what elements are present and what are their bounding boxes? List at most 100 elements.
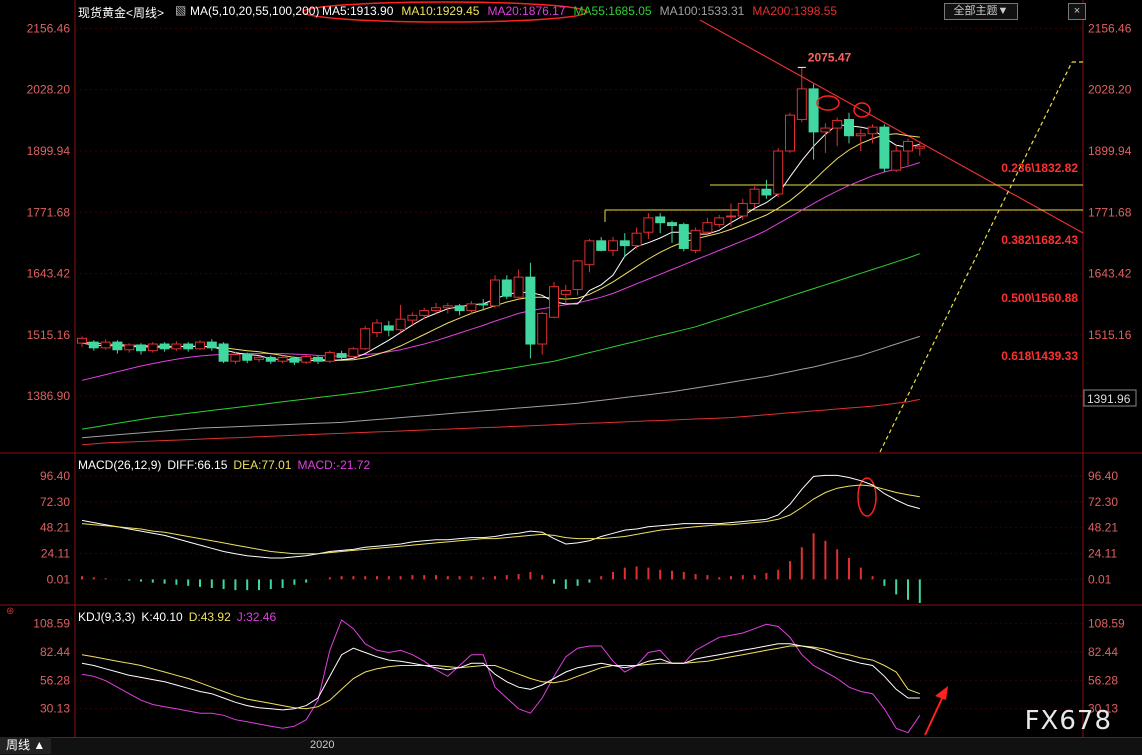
candle-up <box>773 150 784 195</box>
annotation-circle <box>816 95 840 111</box>
candle-up <box>832 119 843 129</box>
price-tick-right: 1771.68 <box>1088 205 1132 219</box>
candle-up <box>749 188 760 205</box>
price-tick-left: 2156.46 <box>27 21 71 35</box>
kdj-tick-left: 56.28 <box>40 673 70 687</box>
candle-up <box>277 356 288 362</box>
candle-up <box>631 232 642 247</box>
ma200-line <box>81 398 920 446</box>
legend-item: MACD:-21.72 <box>297 458 371 472</box>
theme-select-button[interactable]: 全部主题▼ <box>944 3 1018 20</box>
candle-up <box>690 229 701 251</box>
ma-settings-icon[interactable]: ▧ <box>175 3 186 17</box>
macd-tick-right: 48.21 <box>1088 521 1118 535</box>
ma55-line <box>81 253 920 430</box>
year-label: 2020 <box>310 739 335 751</box>
candle-up <box>324 352 335 362</box>
candle-up <box>608 240 618 251</box>
chart-title: 现货黄金<周线> <box>78 6 165 20</box>
kdj-j-line <box>81 619 921 734</box>
price-tick-left: 1771.68 <box>27 205 71 219</box>
candle-down <box>761 188 772 196</box>
kdj-title: KDJ(9,3,3) <box>78 610 136 624</box>
candle-up <box>584 240 595 266</box>
candle-down <box>454 305 465 312</box>
price-tick-left: 1515.16 <box>27 328 71 342</box>
close-icon: × <box>1073 5 1081 17</box>
candle-up <box>254 356 264 360</box>
candle-down <box>501 279 512 297</box>
annotation-circle-macd <box>857 477 877 517</box>
macd-tick-left: 24.11 <box>41 547 70 561</box>
price-tick-right: 1643.42 <box>1088 267 1132 281</box>
chart-canvas[interactable]: 2156.46 2156.46 2028.20 2028.20 1899.94 1899.… <box>0 0 1142 754</box>
candle-down <box>808 88 819 133</box>
ma-values-legend: MA5:1913.90 MA10:1929.45 MA20:1876.17 MA55:… <box>322 4 837 18</box>
price-tick-right: 2028.20 <box>1088 83 1132 97</box>
period-tab[interactable]: 周线 ▲ <box>0 737 52 754</box>
candle-down <box>383 325 394 331</box>
price-tick-right: 2156.46 <box>1088 21 1132 35</box>
close-button[interactable]: × <box>1068 3 1086 20</box>
candle-down <box>879 126 890 169</box>
candle-up <box>147 343 158 352</box>
bottom-bar <box>0 737 1142 755</box>
price-tick-left: 1386.90 <box>27 389 71 403</box>
kdj-tick-right: 56.28 <box>1088 673 1118 687</box>
candle-down <box>289 357 300 363</box>
ma10-line <box>81 133 920 361</box>
candle-down <box>655 216 666 224</box>
price-tick-left: 1643.42 <box>27 267 71 281</box>
macd-tick-left: 0.01 <box>47 572 71 586</box>
price-tick-right: 1899.94 <box>1088 144 1132 158</box>
candle-up <box>230 354 241 362</box>
candle-down <box>88 341 99 349</box>
ma5-line <box>81 124 920 362</box>
fib-level-label: 0.236\1832.82 <box>1001 161 1078 175</box>
candle-up <box>726 215 736 218</box>
candle-down <box>596 240 607 251</box>
annotation-arrow-head <box>935 686 948 700</box>
candle-up <box>431 307 441 312</box>
macd-title: MACD(26,12,9) <box>78 458 162 472</box>
candle-up <box>560 290 571 295</box>
macd-diff-line <box>81 474 920 559</box>
kdj-d-line <box>81 645 920 710</box>
legend-item: MA200:1398.55 <box>752 4 838 18</box>
candle-down <box>313 356 323 362</box>
candle-up <box>820 127 831 133</box>
candle-up <box>702 222 713 233</box>
candle-down <box>525 276 536 345</box>
ma100-line <box>81 335 920 439</box>
fib-level-label: 0.500\1560.88 <box>1001 291 1078 305</box>
price-tick-right: 1515.16 <box>1088 328 1132 342</box>
candle-up <box>348 348 359 357</box>
candle-up <box>395 318 406 331</box>
legend-item: D:43.92 <box>188 610 231 624</box>
legend-item: MA5:1913.90 <box>322 4 394 18</box>
candle-up <box>195 341 205 350</box>
candle-up <box>796 88 807 120</box>
price-tick-left: 2028.20 <box>27 83 71 97</box>
candle-down <box>112 341 123 351</box>
candle-up <box>549 286 559 318</box>
kdj-k-line <box>81 643 920 711</box>
candle-down <box>619 240 630 247</box>
legend-item: MA55:1685.05 <box>573 4 652 18</box>
candle-up <box>407 314 418 321</box>
candle-down <box>336 353 347 358</box>
candle-up <box>171 343 182 350</box>
candle-up <box>867 126 878 135</box>
kdj-tick-right: 108.59 <box>1088 617 1125 631</box>
indicator-settings-icon[interactable]: ⊛ <box>6 606 14 617</box>
candle-up <box>124 344 135 351</box>
current-price-label: 1391.96 <box>1087 392 1131 406</box>
candle-up <box>643 217 654 233</box>
fib-projection-line <box>879 61 1073 453</box>
candle-up <box>914 145 925 149</box>
candle-up <box>360 328 371 350</box>
macd-legend: MACD(26,12,9) DIFF:66.15 DEA:77.01 MACD:-21… <box>78 458 370 472</box>
candle-up <box>466 303 477 312</box>
kdj-legend: KDJ(9,3,3) K:40.10 D:43.92 J:32.46 <box>78 610 276 624</box>
macd-tick-right: 24.11 <box>1088 547 1117 561</box>
